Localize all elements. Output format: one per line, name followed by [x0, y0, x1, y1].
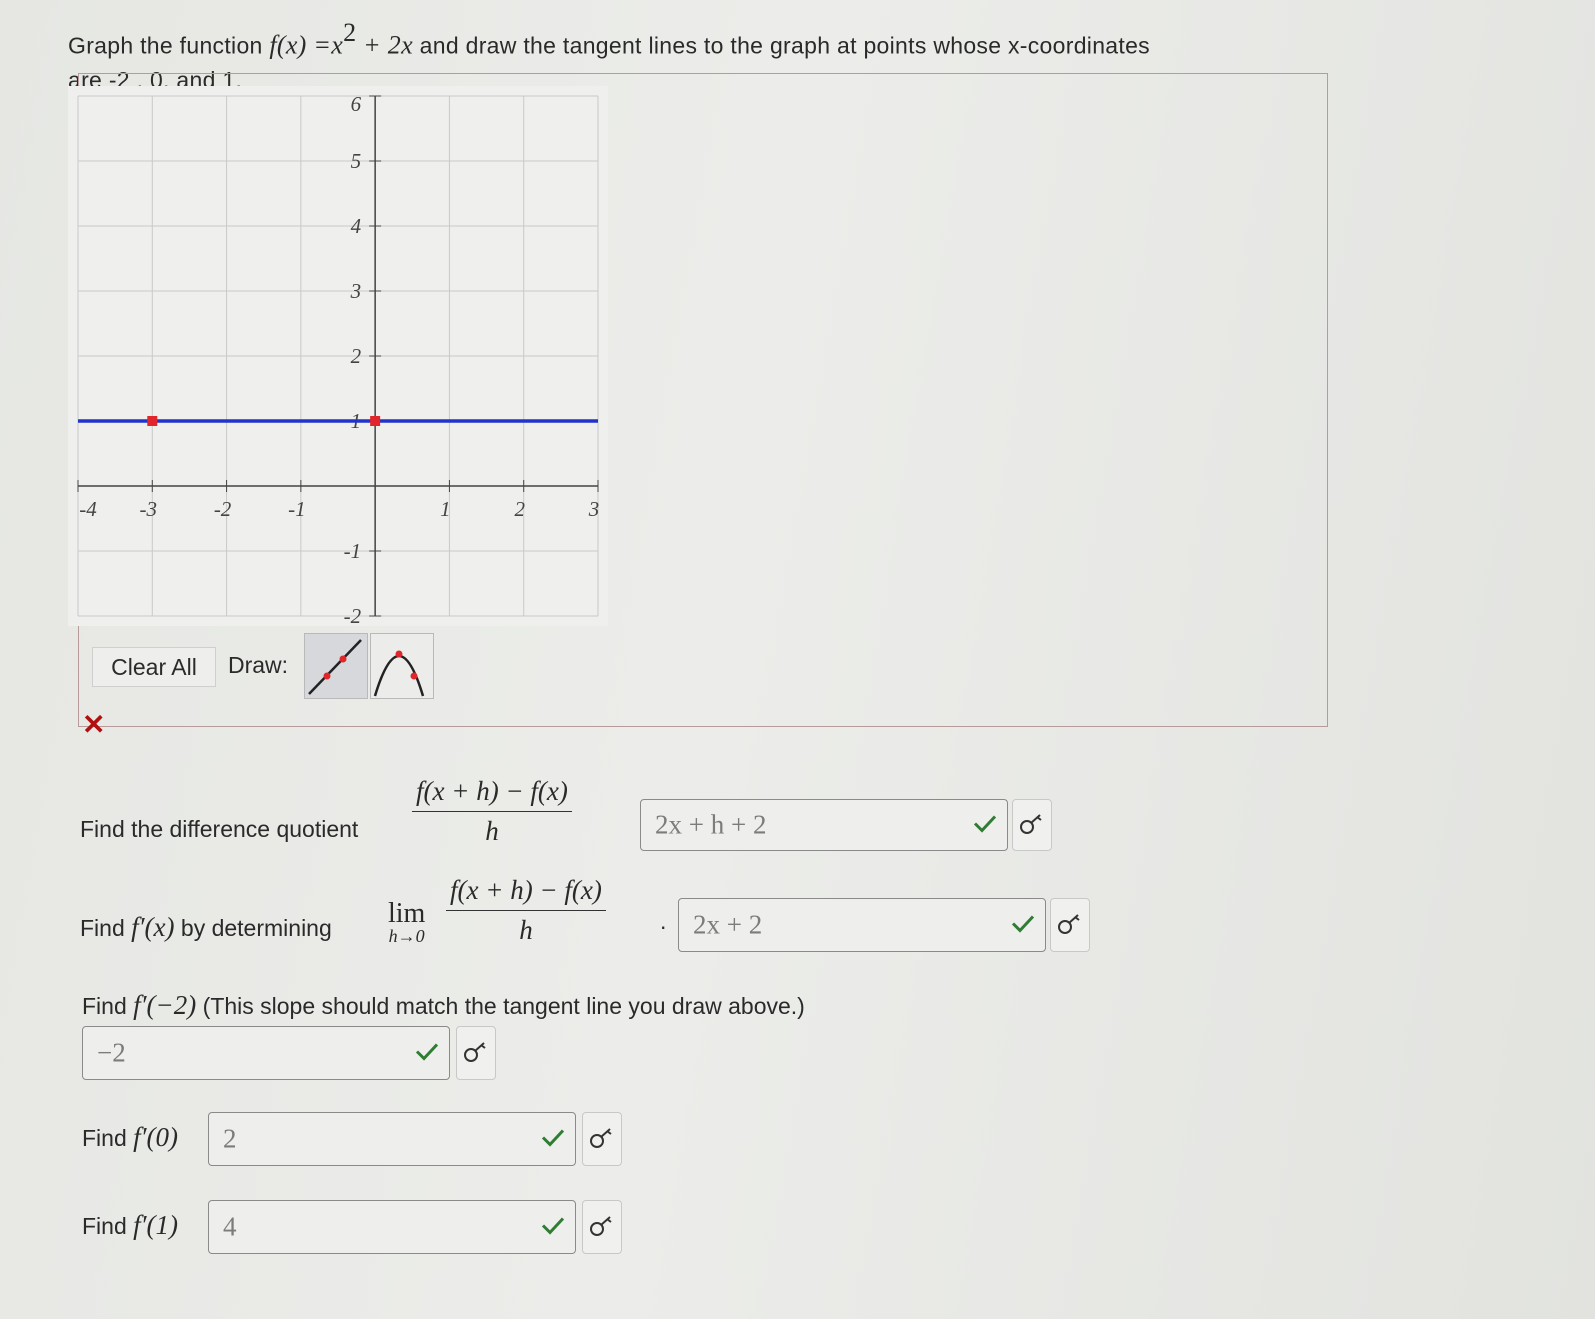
q5-label-pre: Find [82, 1213, 127, 1239]
q5-label-f: f′(1) [133, 1210, 179, 1240]
q2-fraction: f(x + h) − f(x) h [446, 875, 606, 946]
q2-limit: lim h→0 [388, 898, 425, 947]
key-icon [1058, 914, 1080, 934]
function-lhs: f(x) = [269, 30, 332, 60]
check-icon [415, 1038, 439, 1069]
q4-answer-value: 2 [223, 1123, 237, 1154]
check-icon [1011, 910, 1035, 941]
function-exponent: 2 [343, 18, 357, 47]
q2-label-fx: f′(x) [131, 912, 175, 942]
check-icon [973, 810, 997, 841]
y-tick-label: 5 [351, 149, 362, 173]
q3-key-button[interactable] [456, 1026, 496, 1080]
q1-label: Find the difference quotient [80, 816, 359, 842]
function-x: x [331, 30, 344, 60]
q1-answer-field[interactable]: 2x + h + 2 [640, 799, 1008, 851]
key-icon [1020, 814, 1042, 834]
x-tick-label: 1 [440, 497, 451, 521]
q2-key-button[interactable] [1050, 898, 1090, 952]
q2-denominator: h [519, 915, 533, 945]
q2-lim-sub: h→0 [388, 926, 425, 946]
q3-label-pre: Find [82, 993, 127, 1019]
x-tick-label: 3 [588, 497, 600, 521]
q1-denominator: h [485, 816, 499, 846]
x-tick-label: 2 [514, 497, 525, 521]
key-icon [590, 1128, 612, 1148]
q5-answer-value: 4 [223, 1211, 237, 1242]
y-tick-label: -1 [344, 539, 362, 563]
q5-answer-field[interactable]: 4 [208, 1200, 576, 1254]
question-suffix: and draw the tangent lines to the graph … [419, 32, 1150, 59]
parabola-tool-button[interactable] [370, 633, 434, 699]
q2-label-pre: Find [80, 915, 125, 941]
q2-numerator: f(x + h) − f(x) [446, 875, 606, 911]
q5-label: Find f′(1) [82, 1210, 178, 1241]
function-rest: + 2x [363, 30, 413, 60]
y-tick-label: 4 [351, 214, 362, 238]
incorrect-icon: ✕ [82, 709, 106, 740]
q4-label-pre: Find [82, 1125, 127, 1151]
q4-label-f: f′(0) [133, 1122, 179, 1152]
line-tool-button[interactable] [304, 633, 368, 699]
q2-label-post: by determining [180, 915, 332, 941]
drawn-point [147, 416, 158, 426]
check-icon [541, 1124, 565, 1155]
drawn-point [370, 416, 381, 426]
y-tick-label: 6 [351, 92, 362, 116]
key-icon [464, 1042, 486, 1062]
y-tick-label: -2 [344, 604, 362, 626]
x-tick-label: -2 [214, 497, 232, 521]
key-icon [590, 1216, 612, 1236]
q3-answer-field[interactable]: −2 [82, 1026, 450, 1080]
question-prefix: Graph the function [68, 32, 263, 59]
q3-answer-value: −2 [97, 1037, 126, 1068]
q4-label: Find f′(0) [82, 1122, 178, 1153]
q2-label: Find f′(x) by determining [80, 912, 332, 943]
x-tick-label: -1 [288, 497, 306, 521]
graph-canvas[interactable]: -4-3-2-1123654321-1-2 [68, 86, 608, 626]
q4-key-button[interactable] [582, 1112, 622, 1166]
x-tick-label: -3 [140, 497, 158, 521]
q3-label-f: f′(−2) [133, 990, 197, 1020]
line-tool-icon [308, 639, 362, 695]
q1-answer-value: 2x + h + 2 [655, 809, 767, 840]
q2-period: . [660, 908, 667, 934]
q3-label: Find f′(−2) (This slope should match the… [82, 990, 805, 1021]
clear-all-button[interactable]: Clear All [92, 647, 216, 687]
q1-numerator: f(x + h) − f(x) [412, 776, 572, 812]
q3-label-post: (This slope should match the tangent lin… [202, 993, 805, 1019]
q2-answer-value: 2x + 2 [693, 909, 763, 940]
x-tick-label: -4 [79, 497, 97, 521]
q1-key-button[interactable] [1012, 799, 1052, 851]
draw-label: Draw: [228, 652, 289, 678]
parabola-tool-icon [373, 650, 425, 697]
q4-answer-field[interactable]: 2 [208, 1112, 576, 1166]
q1-fraction: f(x + h) − f(x) h [412, 776, 572, 847]
q5-key-button[interactable] [582, 1200, 622, 1254]
check-icon [541, 1212, 565, 1243]
y-tick-label: 2 [351, 344, 362, 368]
q2-answer-field[interactable]: 2x + 2 [678, 898, 1046, 952]
y-tick-label: 3 [350, 279, 362, 303]
